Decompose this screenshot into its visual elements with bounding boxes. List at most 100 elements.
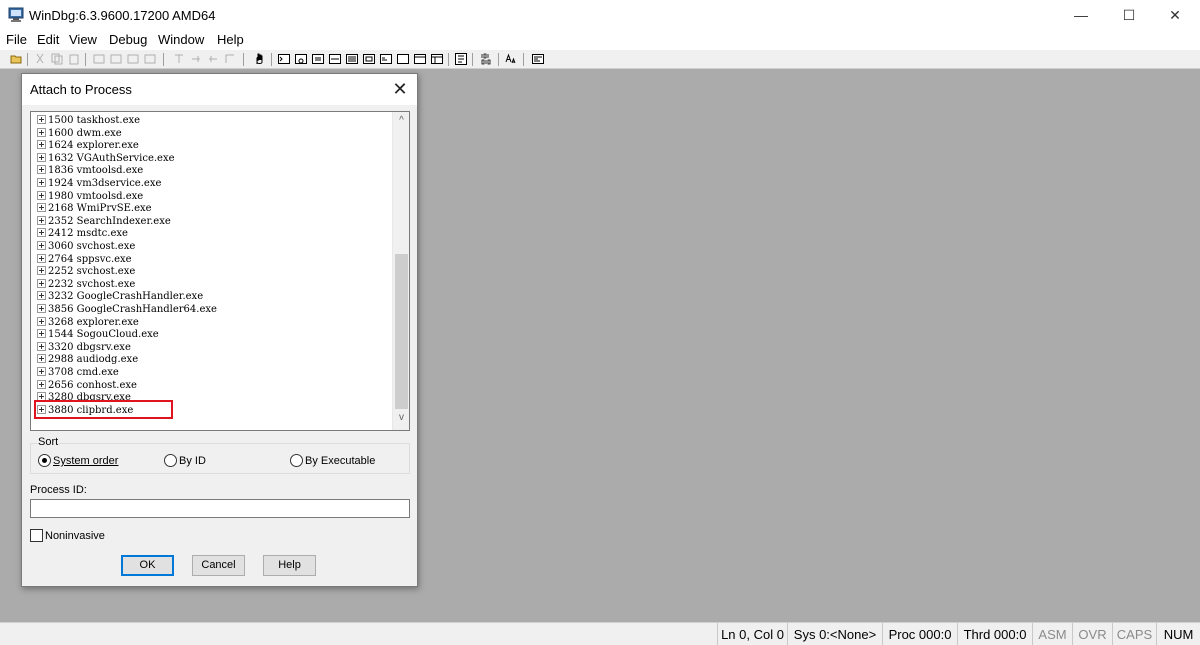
expand-plus-icon[interactable]: [37, 329, 46, 339]
expand-plus-icon[interactable]: [37, 228, 46, 238]
process-list-item[interactable]: 3708 cmd.exe: [37, 367, 119, 379]
process-list-item[interactable]: 1624 explorer.exe: [37, 140, 139, 152]
menu-view[interactable]: View: [69, 32, 97, 47]
call-stack-window-icon[interactable]: [363, 53, 375, 65]
process-list-item[interactable]: 2656 conhost.exe: [37, 379, 137, 392]
options-icon[interactable]: [532, 53, 544, 65]
processes-threads-icon[interactable]: [414, 53, 426, 65]
menu-edit[interactable]: Edit: [37, 32, 59, 47]
expand-plus-icon[interactable]: [37, 341, 46, 351]
expand-plus-icon[interactable]: [37, 241, 46, 250]
radio-system-order-circle[interactable]: [38, 454, 51, 467]
close-button[interactable]: ✕: [1152, 0, 1198, 30]
process-list-item[interactable]: 2352 SearchIndexer.exe: [37, 215, 171, 228]
expand-plus-icon[interactable]: [37, 266, 46, 276]
radio-by-id[interactable]: By ID: [164, 454, 206, 468]
process-list-item[interactable]: 2764 sppsvc.exe: [37, 253, 132, 266]
step-over-icon[interactable]: [190, 53, 202, 65]
process-list-item[interactable]: 1600 dwm.exe: [37, 127, 122, 140]
process-list-item[interactable]: 1924 vm3dservice.exe: [37, 178, 161, 190]
process-list-item[interactable]: 1980 vmtoolsd.exe: [37, 190, 143, 203]
font-size-icon[interactable]: [505, 53, 517, 65]
noninvasive-checkbox[interactable]: Noninvasive: [30, 529, 105, 543]
process-list-item[interactable]: 1632 VGAuthService.exe: [37, 152, 175, 165]
expand-plus-icon[interactable]: [37, 367, 46, 376]
expand-plus-icon[interactable]: [37, 215, 46, 225]
expand-plus-icon[interactable]: [37, 190, 46, 200]
scratch-pad-icon[interactable]: [397, 53, 409, 65]
expand-plus-icon[interactable]: [37, 354, 46, 364]
process-list-item[interactable]: 1500 taskhost.exe: [37, 115, 140, 127]
expand-plus-icon[interactable]: [37, 165, 46, 175]
maximize-button[interactable]: ☐: [1106, 0, 1152, 30]
expand-plus-icon[interactable]: [37, 152, 46, 162]
step-into-icon[interactable]: [173, 53, 185, 65]
disassembly-window-icon[interactable]: [380, 53, 392, 65]
run-to-cursor-icon[interactable]: [224, 53, 236, 65]
expand-plus-icon[interactable]: [37, 379, 46, 389]
scroll-up-arrow[interactable]: ^: [393, 112, 409, 129]
go-icon[interactable]: [93, 53, 105, 65]
radio-by-executable[interactable]: By Executable: [290, 454, 375, 468]
process-list-item[interactable]: 1544 SogouCloud.exe: [37, 329, 159, 341]
process-list-item[interactable]: 2412 msdtc.exe: [37, 228, 128, 240]
menu-debug[interactable]: Debug: [109, 32, 147, 47]
copy-icon[interactable]: [51, 53, 63, 65]
expand-plus-icon[interactable]: [37, 115, 46, 124]
expand-plus-icon[interactable]: [37, 127, 46, 137]
process-list-item[interactable]: 2988 audiodg.exe: [37, 354, 138, 366]
process-id-input[interactable]: [30, 499, 410, 518]
expand-plus-icon[interactable]: [37, 316, 46, 326]
process-list-item[interactable]: 3320 dbgsrv.exe: [37, 341, 131, 354]
open-folder-icon[interactable]: [10, 53, 22, 65]
process-list-item[interactable]: 3856 GoogleCrashHandler64.exe: [37, 304, 217, 316]
process-list-item[interactable]: 2168 WmiPrvSE.exe: [37, 203, 152, 215]
menu-help[interactable]: Help: [217, 32, 244, 47]
process-list-item[interactable]: 1836 vmtoolsd.exe: [37, 165, 143, 177]
ok-button[interactable]: OK: [121, 555, 174, 576]
expand-plus-icon[interactable]: [37, 304, 46, 313]
expand-plus-icon[interactable]: [37, 253, 46, 263]
radio-system-order[interactable]: System order: [38, 454, 118, 468]
break-icon[interactable]: [144, 53, 156, 65]
hex-display-icon[interactable]: [480, 53, 492, 65]
minimize-button[interactable]: —: [1058, 0, 1104, 30]
font-icon[interactable]: [455, 53, 467, 65]
radio-by-id-circle[interactable]: [164, 454, 177, 467]
memory-window-icon[interactable]: [346, 53, 358, 65]
process-list[interactable]: 1500 taskhost.exe 1600 dwm.exe 1624 explor…: [30, 111, 410, 431]
process-list-item-label: 3060 svchost.exe: [48, 241, 136, 252]
locals-window-icon[interactable]: [312, 53, 324, 65]
radio-by-executable-circle[interactable]: [290, 454, 303, 467]
dialog-close-button[interactable]: ✕: [389, 78, 411, 100]
stop-debugging-icon[interactable]: [127, 53, 139, 65]
process-id-label: Process ID:: [30, 484, 87, 496]
help-button[interactable]: Help: [263, 555, 316, 576]
expand-plus-icon[interactable]: [37, 140, 46, 150]
watch-window-icon[interactable]: [295, 53, 307, 65]
scroll-thumb[interactable]: [395, 254, 408, 409]
menu-file[interactable]: File: [6, 32, 27, 47]
step-out-icon[interactable]: [207, 53, 219, 65]
process-list-item[interactable]: 2252 svchost.exe: [37, 266, 135, 278]
menu-window[interactable]: Window: [158, 32, 204, 47]
restart-icon[interactable]: [110, 53, 122, 65]
paste-icon[interactable]: [68, 53, 80, 65]
expand-plus-icon[interactable]: [37, 203, 46, 213]
expand-plus-icon[interactable]: [37, 278, 46, 288]
cancel-button[interactable]: Cancel: [192, 555, 245, 576]
scroll-down-arrow[interactable]: v: [393, 409, 409, 426]
expand-plus-icon[interactable]: [37, 291, 46, 301]
command-window-icon[interactable]: [278, 53, 290, 65]
process-list-item[interactable]: 2232 svchost.exe: [37, 278, 135, 291]
process-list-item[interactable]: 3060 svchost.exe: [37, 241, 135, 253]
noninvasive-checkbox-box[interactable]: [30, 529, 43, 542]
registers-window-icon[interactable]: [329, 53, 341, 65]
process-list-item[interactable]: 3268 explorer.exe: [37, 316, 139, 329]
expand-plus-icon[interactable]: [37, 178, 46, 187]
cut-icon[interactable]: [34, 53, 46, 65]
source-mode-icon[interactable]: [431, 53, 443, 65]
hand-icon[interactable]: [254, 53, 266, 65]
process-list-item[interactable]: 3232 GoogleCrashHandler.exe: [37, 291, 203, 303]
process-list-scrollbar[interactable]: ^ v: [392, 112, 409, 430]
